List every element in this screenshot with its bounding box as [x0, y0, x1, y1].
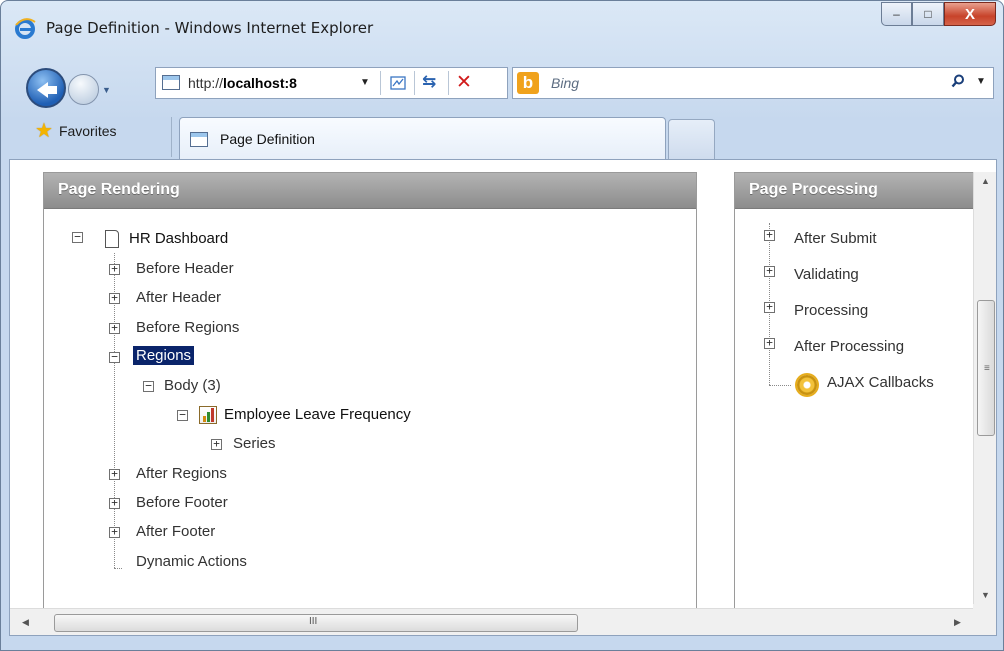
page-processing-panel: Page Processing + After Submit + Validat… — [734, 172, 984, 635]
tree-node-after-processing[interactable]: After Processing — [794, 338, 904, 355]
scroll-left-arrow[interactable]: ◀ — [22, 617, 29, 628]
scroll-grip: ≡ — [984, 363, 990, 374]
expand-toggle[interactable]: + — [764, 337, 775, 349]
page-rendering-header: Page Rendering — [44, 173, 696, 209]
tree-node-hr-dashboard[interactable]: HR Dashboard — [129, 230, 228, 247]
close-button[interactable]: X — [944, 2, 996, 26]
address-dropdown-icon[interactable]: ▼ — [360, 77, 370, 88]
favorites-label: Favorites — [58, 123, 117, 139]
address-separator — [448, 71, 449, 95]
bing-icon: b — [517, 72, 539, 94]
favorites-button[interactable]: ★ Favorites — [35, 121, 117, 141]
expand-toggle[interactable]: + — [109, 497, 120, 509]
tab-page-definition[interactable]: Page Definition — [179, 117, 666, 159]
tree-node-ajax-callbacks[interactable]: AJAX Callbacks — [827, 374, 934, 391]
vertical-scroll-thumb[interactable]: ≡ — [977, 300, 995, 436]
tree-node-before-header[interactable]: Before Header — [136, 260, 234, 277]
expand-toggle[interactable]: + — [109, 468, 120, 480]
minimize-button[interactable]: – — [881, 2, 912, 26]
scrollbar-corner — [973, 604, 996, 635]
page-rendering-panel: Page Rendering − HR Dashboard + Before H… — [43, 172, 697, 635]
address-bar[interactable]: http://localhost:8 ▼ ⇆ ✕ — [155, 67, 508, 99]
expand-toggle[interactable]: + — [109, 292, 120, 304]
tree-connector — [769, 385, 791, 386]
tab-label: Page Definition — [220, 131, 315, 147]
expand-toggle[interactable]: + — [211, 438, 222, 450]
url-host: localhost:8 — [223, 75, 297, 91]
page-icon — [190, 132, 208, 147]
chart-icon — [199, 406, 217, 424]
expand-toggle[interactable]: + — [109, 526, 120, 538]
horizontal-scroll-thumb[interactable]: III — [54, 614, 578, 632]
page-processing-header: Page Processing — [735, 173, 983, 209]
tree-node-after-footer[interactable]: After Footer — [136, 523, 215, 540]
search-options-dropdown[interactable]: ▼ — [976, 76, 986, 87]
address-separator — [414, 71, 415, 95]
url-field[interactable]: http://localhost:8 — [188, 75, 297, 91]
search-icon[interactable] — [951, 74, 965, 88]
tree-node-before-footer[interactable]: Before Footer — [136, 494, 228, 511]
tree-node-before-regions[interactable]: Before Regions — [136, 319, 239, 336]
tree-node-series[interactable]: Series — [233, 435, 276, 452]
window-controls: – □ X — [881, 2, 996, 26]
tree-connector — [114, 568, 122, 569]
address-separator — [380, 71, 381, 95]
gear-icon — [797, 375, 817, 395]
ie-logo-icon — [15, 18, 36, 39]
browser-window: Page Definition - Windows Internet Explo… — [0, 0, 1004, 651]
tree-node-dynamic-actions[interactable]: Dynamic Actions — [136, 553, 247, 570]
search-box[interactable]: b Bing ▼ — [512, 67, 994, 99]
scroll-right-arrow[interactable]: ▶ — [954, 617, 961, 628]
tree-node-after-header[interactable]: After Header — [136, 289, 221, 306]
page-icon — [105, 230, 119, 248]
new-tab-button[interactable] — [668, 119, 715, 159]
compatibility-view-icon[interactable] — [390, 75, 406, 91]
stop-icon[interactable]: ✕ — [456, 71, 472, 94]
tree-node-validating[interactable]: Validating — [794, 266, 859, 283]
window-title: Page Definition - Windows Internet Explo… — [46, 19, 374, 37]
horizontal-scrollbar[interactable]: ◀ III ▶ — [10, 608, 996, 635]
tree-node-processing[interactable]: Processing — [794, 302, 868, 319]
scroll-grip: III — [309, 616, 318, 627]
tree-node-after-submit[interactable]: After Submit — [794, 230, 877, 247]
url-prefix: http:// — [188, 75, 224, 91]
collapse-toggle[interactable]: − — [177, 409, 188, 421]
expand-toggle[interactable]: + — [109, 322, 120, 334]
page-icon — [162, 75, 180, 90]
scroll-up-arrow[interactable]: ▲ — [981, 176, 990, 186]
tree-node-regions[interactable]: Regions — [133, 346, 195, 365]
expand-toggle[interactable]: + — [764, 301, 775, 313]
recent-pages-dropdown[interactable]: ▼ — [102, 85, 111, 95]
refresh-icon[interactable]: ⇆ — [422, 72, 436, 92]
expand-toggle[interactable]: + — [764, 265, 775, 277]
forward-button[interactable] — [68, 74, 99, 105]
search-input[interactable]: Bing — [551, 75, 579, 91]
tree-node-after-regions[interactable]: After Regions — [136, 465, 227, 482]
collapse-toggle[interactable]: − — [109, 351, 120, 363]
favorites-separator — [171, 117, 172, 157]
scroll-down-arrow[interactable]: ▼ — [981, 590, 990, 600]
collapse-toggle[interactable]: − — [72, 231, 83, 243]
back-button[interactable] — [26, 68, 66, 108]
expand-toggle[interactable]: + — [764, 229, 775, 241]
tree-node-employee-leave-frequency[interactable]: Employee Leave Frequency — [224, 406, 411, 423]
star-icon: ★ — [35, 120, 53, 142]
vertical-scrollbar[interactable]: ▲ ≡ ▼ — [973, 172, 996, 604]
maximize-button[interactable]: □ — [912, 2, 944, 26]
collapse-toggle[interactable]: − — [143, 380, 154, 392]
title-bar: Page Definition - Windows Internet Explo… — [1, 1, 1003, 59]
page-content: Page Rendering − HR Dashboard + Before H… — [9, 159, 997, 636]
tree-node-body[interactable]: Body (3) — [164, 377, 221, 394]
expand-toggle[interactable]: + — [109, 263, 120, 275]
